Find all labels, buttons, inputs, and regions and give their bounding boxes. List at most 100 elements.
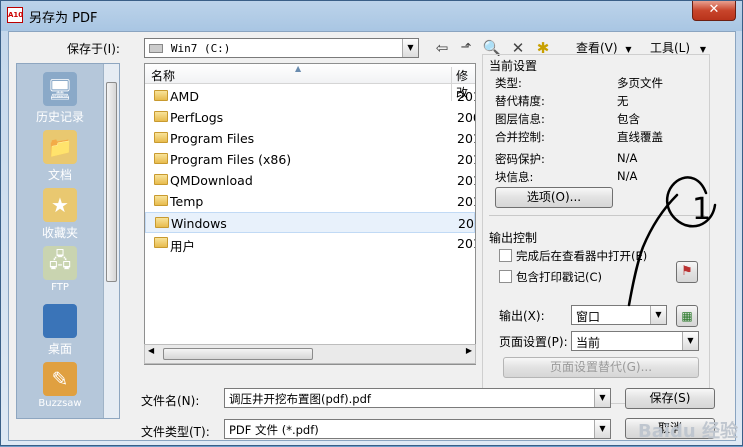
chevron-down-icon: ▼ <box>625 45 632 54</box>
setting-value: N/A <box>617 169 638 183</box>
file-modified: 201 <box>457 173 475 188</box>
file-name: PerfLogs <box>170 110 224 125</box>
save-in-value: Win7 (C:) <box>170 42 231 55</box>
history-icon: 🖥 <box>43 72 77 106</box>
setting-key: 类型: <box>495 76 522 90</box>
scroll-thumb[interactable] <box>163 348 313 360</box>
output-label: 输出(X): <box>499 309 545 323</box>
file-name: Program Files <box>170 131 255 146</box>
setting-key: 图层信息: <box>495 112 545 126</box>
include-plot-stamp-label: 包含打印戳记(C) <box>516 270 603 284</box>
tools-menu-label: 工具(L) <box>650 41 691 55</box>
place-desktop[interactable]: 桌面 <box>17 304 103 357</box>
stamp-icon: ⚑ <box>681 264 693 279</box>
file-list-hscrollbar[interactable]: ◀ ▶ <box>144 344 476 364</box>
filename-value: 调压井开挖布置图(pdf).pdf <box>229 392 371 406</box>
chevron-down-icon[interactable]: ▼ <box>594 389 610 407</box>
file-modified: 201 <box>457 194 475 209</box>
view-menu-label: 查看(V) <box>576 41 618 55</box>
close-button[interactable]: ✕ <box>692 1 736 21</box>
place-label: 收藏夹 <box>41 226 78 240</box>
place-history[interactable]: 🖥 历史记录 <box>17 72 103 125</box>
favorites-icon: ★ <box>43 188 77 222</box>
file-row[interactable]: 用户 201 <box>145 233 475 254</box>
file-modified: 201 <box>457 236 475 251</box>
file-name: 用户 <box>170 239 196 254</box>
pick-window-button[interactable]: ▦ <box>676 305 698 327</box>
file-modified: 201 <box>457 89 475 104</box>
file-row[interactable]: Temp 201 <box>145 191 475 212</box>
place-buzzsaw[interactable]: ✎ Buzzsaw <box>17 362 103 409</box>
folder-icon <box>154 132 168 143</box>
setting-key: 密码保护: <box>495 152 545 166</box>
scroll-right-icon[interactable]: ▶ <box>466 346 472 355</box>
file-row[interactable]: AMD 201 <box>145 86 475 107</box>
file-list: 名称 ▲ 修改 AMD 201 PerfLogs 200 Program Files 20… <box>144 63 476 365</box>
column-name-header[interactable]: 名称 <box>151 67 175 84</box>
scroll-left-icon[interactable]: ◀ <box>148 346 154 355</box>
page-setup-override-button[interactable]: 页面设置替代(G)... <box>503 357 699 378</box>
page-setup-value: 当前 <box>576 336 601 350</box>
filetype-dropdown[interactable]: PDF 文件 (*.pdf) ▼ <box>224 419 611 439</box>
file-modified: 201 <box>457 131 475 146</box>
setting-value: N/A <box>617 151 638 165</box>
scroll-thumb[interactable] <box>106 82 117 282</box>
setting-key: 替代精度: <box>495 94 545 108</box>
file-name: AMD <box>170 89 199 104</box>
chevron-down-icon[interactable]: ▼ <box>682 332 698 350</box>
place-documents[interactable]: 📁 文档 <box>17 130 103 183</box>
plot-stamp-settings-button[interactable]: ⚑ <box>676 261 698 283</box>
save-in-dropdown[interactable]: Win7 (C:) ▼ <box>144 38 419 58</box>
desktop-icon <box>43 304 77 338</box>
chevron-down-icon[interactable]: ▼ <box>594 420 610 438</box>
filetype-value: PDF 文件 (*.pdf) <box>229 423 319 437</box>
drive-icon <box>149 44 163 53</box>
autocad-app-icon: A10 <box>7 7 23 23</box>
save-button[interactable]: 保存(S) <box>625 388 715 409</box>
chevron-down-icon[interactable]: ▼ <box>650 306 666 324</box>
window-title: 另存为 PDF <box>29 11 98 26</box>
back-arrow-icon[interactable]: ⇦ <box>432 38 452 58</box>
file-row[interactable]: Windows 201 <box>145 212 475 233</box>
page-setup-dropdown[interactable]: 当前 ▼ <box>571 331 699 351</box>
output-dropdown[interactable]: 窗口 ▼ <box>571 305 667 325</box>
place-favorites[interactable]: ★ 收藏夹 <box>17 188 103 241</box>
output-control-title: 输出控制 <box>489 231 538 245</box>
watermark: Baidu 经验 <box>637 421 738 442</box>
setting-value: 多页文件 <box>617 76 663 90</box>
folder-icon <box>154 111 168 122</box>
file-name: Program Files (x86) <box>170 152 292 167</box>
places-bar: 🖥 历史记录 📁 文档 ★ 收藏夹 🖧 FTP 桌面 ✎ Buzzsaw <box>16 63 120 419</box>
page-setup-label: 页面设置(P): <box>499 335 568 349</box>
open-in-viewer-checkbox[interactable] <box>499 249 512 262</box>
chevron-down-icon[interactable]: ▼ <box>402 39 418 57</box>
folder-icon <box>154 237 168 248</box>
setting-value: 直线覆盖 <box>617 130 663 144</box>
save-in-label: 保存于(I): <box>67 42 120 56</box>
file-row[interactable]: Program Files (x86) 201 <box>145 149 475 170</box>
file-modified: 201 <box>457 152 475 167</box>
settings-panel: 当前设置 类型: 多页文件 替代精度: 无图层信息: 包含 合并控制: 直线覆盖 密码保护: N… <box>482 54 710 404</box>
file-name: QMDownload <box>170 173 253 188</box>
buzzsaw-icon: ✎ <box>43 362 77 396</box>
setting-value: 包含 <box>617 112 640 126</box>
current-settings-title: 当前设置 <box>489 59 538 73</box>
file-row[interactable]: PerfLogs 200 <box>145 107 475 128</box>
filename-input[interactable]: 调压井开挖布置图(pdf).pdf ▼ <box>224 388 611 408</box>
include-plot-stamp-checkbox[interactable] <box>499 270 512 283</box>
place-label: 桌面 <box>47 342 72 356</box>
folder-icon <box>155 217 169 228</box>
file-name: Windows <box>171 216 227 231</box>
setting-key: 合并控制: <box>495 130 545 144</box>
file-row[interactable]: Program Files 201 <box>145 128 475 149</box>
options-button[interactable]: 选项(O)... <box>495 187 613 208</box>
file-modified: 201 <box>458 216 475 231</box>
up-folder-icon[interactable]: ⬏ <box>456 38 476 58</box>
folder-icon <box>154 174 168 185</box>
place-ftp[interactable]: 🖧 FTP <box>17 246 103 293</box>
place-label: FTP <box>51 282 69 293</box>
places-scrollbar[interactable] <box>103 64 119 418</box>
file-modified: 200 <box>457 110 475 125</box>
ftp-icon: 🖧 <box>43 246 77 280</box>
file-row[interactable]: QMDownload 201 <box>145 170 475 191</box>
